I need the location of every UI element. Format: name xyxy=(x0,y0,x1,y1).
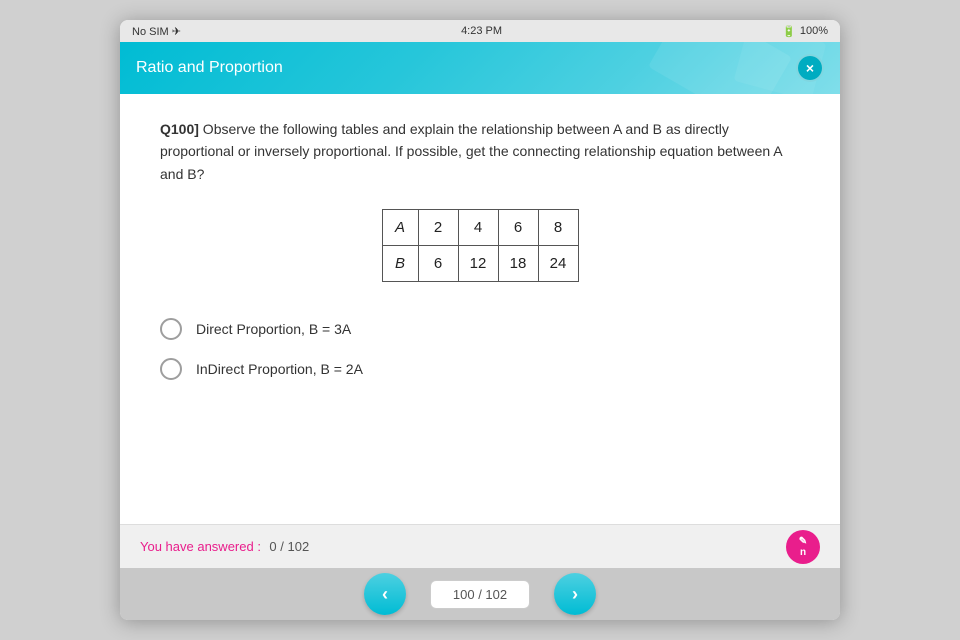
row-b-label: B xyxy=(382,246,418,282)
answered-separator: / xyxy=(280,539,287,554)
carrier-text: No SIM ✈ xyxy=(132,25,181,38)
question-body: Observe the following tables and explain… xyxy=(160,121,782,182)
row-b-val-1: 6 xyxy=(418,246,458,282)
table-row-a: A 2 4 6 8 xyxy=(382,210,578,246)
battery-percent: 100% xyxy=(800,25,828,37)
proportion-table-container: A 2 4 6 8 B 6 12 18 24 xyxy=(160,209,800,282)
row-b-val-3: 18 xyxy=(498,246,538,282)
answered-value: 0 xyxy=(269,539,276,554)
row-a-val-3: 6 xyxy=(498,210,538,246)
nav-bar: ‹ 100 / 102 › xyxy=(120,568,840,620)
close-button[interactable]: × xyxy=(796,54,824,82)
radio-2[interactable] xyxy=(160,358,182,380)
answered-total: 102 xyxy=(288,539,310,554)
option-2-text: InDirect Proportion, B = 2A xyxy=(196,361,363,377)
option-1-text: Direct Proportion, B = 3A xyxy=(196,321,351,337)
prev-icon: ‹ xyxy=(382,584,388,605)
row-a-val-4: 8 xyxy=(538,210,578,246)
option-2[interactable]: InDirect Proportion, B = 2A xyxy=(160,358,800,380)
row-a-val-1: 2 xyxy=(418,210,458,246)
status-time: 4:23 PM xyxy=(461,25,502,37)
status-right: 🔋 100% xyxy=(782,25,828,38)
options-container: Direct Proportion, B = 3A InDirect Propo… xyxy=(160,318,800,380)
row-b-val-2: 12 xyxy=(458,246,498,282)
next-button[interactable]: › xyxy=(554,573,596,615)
header-title: Ratio and Proportion xyxy=(136,59,283,77)
status-bar: No SIM ✈ 4:23 PM 🔋 100% xyxy=(120,20,840,42)
prev-button[interactable]: ‹ xyxy=(364,573,406,615)
row-a-val-2: 4 xyxy=(458,210,498,246)
logo-icon: ✎n xyxy=(799,536,807,558)
answered-count: 0 / 102 xyxy=(269,539,309,554)
option-1[interactable]: Direct Proportion, B = 3A xyxy=(160,318,800,340)
status-left: No SIM ✈ xyxy=(132,25,181,38)
next-icon: › xyxy=(572,584,578,605)
question-number: Q100] xyxy=(160,121,199,137)
answered-label: You have answered : xyxy=(140,539,261,554)
proportion-table: A 2 4 6 8 B 6 12 18 24 xyxy=(382,209,579,282)
logo-button[interactable]: ✎n xyxy=(786,530,820,564)
battery-icon: 🔋 xyxy=(782,25,796,38)
table-row-b: B 6 12 18 24 xyxy=(382,246,578,282)
answered-section: You have answered : 0 / 102 xyxy=(140,538,309,556)
header: Ratio and Proportion × xyxy=(120,42,840,94)
bottom-bar: You have answered : 0 / 102 ✎n xyxy=(120,524,840,568)
device-frame: No SIM ✈ 4:23 PM 🔋 100% Ratio and Propor… xyxy=(120,20,840,620)
main-content: Q100] Observe the following tables and e… xyxy=(120,94,840,524)
row-a-label: A xyxy=(382,210,418,246)
page-text: 100 / 102 xyxy=(453,587,507,602)
radio-1[interactable] xyxy=(160,318,182,340)
page-indicator: 100 / 102 xyxy=(430,580,530,609)
row-b-val-4: 24 xyxy=(538,246,578,282)
question-text: Q100] Observe the following tables and e… xyxy=(160,118,800,185)
